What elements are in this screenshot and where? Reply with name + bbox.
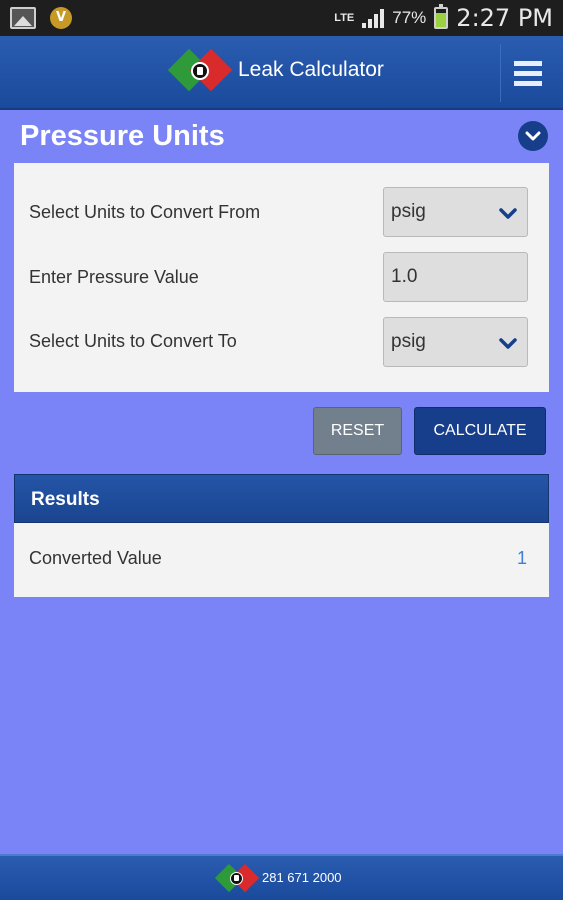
results-panel: Converted Value 1 bbox=[14, 523, 549, 597]
converted-value: 1 bbox=[516, 548, 527, 568]
pressure-form: Select Units to Convert From psig Enter … bbox=[14, 163, 549, 392]
pressure-value: 1.0 bbox=[391, 266, 418, 287]
from-units-label: Select Units to Convert From bbox=[29, 202, 261, 222]
app-title: Leak Calculator bbox=[238, 58, 384, 81]
converted-value-label: Converted Value bbox=[29, 548, 162, 568]
battery-percent: 77% bbox=[392, 8, 427, 27]
from-units-value: psig bbox=[391, 201, 426, 222]
chevron-down-icon bbox=[499, 334, 517, 356]
clock: 2:27 PM bbox=[456, 4, 553, 32]
reset-button[interactable]: RESET bbox=[313, 407, 402, 455]
chevron-down-icon[interactable] bbox=[518, 121, 548, 151]
results-title: Results bbox=[31, 489, 100, 510]
vendor-v-icon: V bbox=[50, 7, 72, 29]
to-units-value: psig bbox=[391, 331, 426, 352]
phone-link[interactable]: 281 671 2000 bbox=[262, 870, 342, 885]
battery-icon bbox=[434, 4, 449, 29]
image-icon bbox=[10, 7, 36, 29]
from-units-select[interactable]: psig bbox=[383, 187, 528, 237]
pressure-value-label: Enter Pressure Value bbox=[29, 267, 199, 287]
calculate-button[interactable]: CALCULATE bbox=[414, 407, 546, 455]
section-title: Pressure Units bbox=[20, 120, 225, 152]
footer: 281 671 2000 bbox=[0, 854, 563, 900]
logo-icon bbox=[214, 863, 260, 894]
to-units-label: Select Units to Convert To bbox=[29, 331, 237, 351]
pressure-value-input[interactable]: 1.0 bbox=[383, 252, 528, 302]
results-header: Results bbox=[14, 474, 549, 523]
chevron-down-icon bbox=[499, 204, 517, 226]
lte-icon: LTE bbox=[334, 12, 355, 24]
to-units-select[interactable]: psig bbox=[383, 317, 528, 367]
logo-icon bbox=[167, 48, 233, 94]
status-bar: V LTE 77% 2:27 PM bbox=[0, 0, 563, 36]
menu-icon[interactable] bbox=[500, 44, 554, 102]
app-header: Leak Calculator bbox=[0, 36, 563, 110]
signal-icon bbox=[362, 8, 385, 28]
